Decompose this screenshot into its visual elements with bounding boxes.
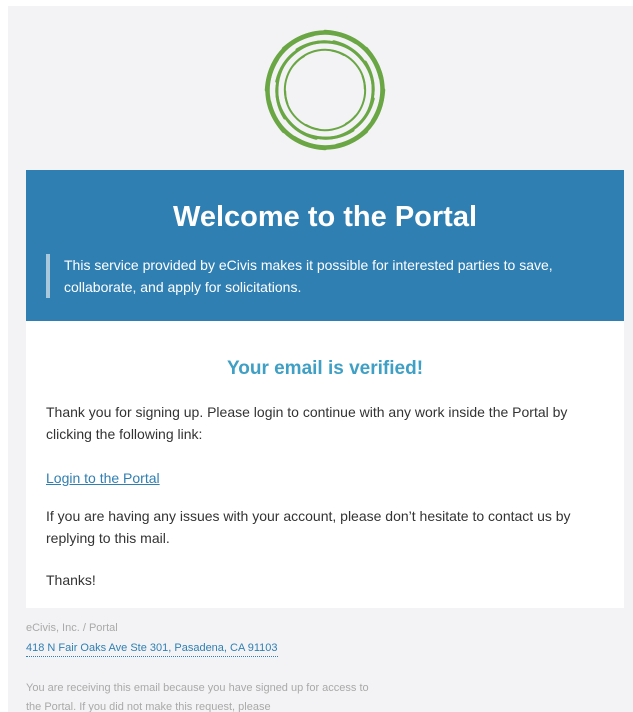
login-link[interactable]: Login to the Portal (46, 467, 160, 489)
issues-text: If you are having any issues with your a… (46, 508, 571, 546)
service-description: This service provided by eCivis makes it… (46, 254, 609, 298)
page-title: Welcome to the Portal (172, 201, 478, 233)
welcome-banner: Welcome to the Portal This service provi… (26, 170, 624, 321)
email-body: Welcome to the Portal This service provi… (8, 6, 633, 712)
message-content: Your email is verified! Thank you for si… (26, 321, 624, 608)
footer-company: eCivis, Inc. / Portal (26, 622, 118, 634)
verified-heading: Your email is verified! (226, 358, 424, 379)
intro-text: Thank you for signing up. Please login t… (46, 404, 568, 442)
footer-address-link[interactable]: 418 N Fair Oaks Ave Ste 301, Pasadena, C… (26, 640, 278, 657)
ecivis-ring-logo-icon (258, 24, 392, 156)
thanks-text: Thanks! (46, 572, 96, 588)
footer-note: You are receiving this email because you… (26, 682, 369, 712)
